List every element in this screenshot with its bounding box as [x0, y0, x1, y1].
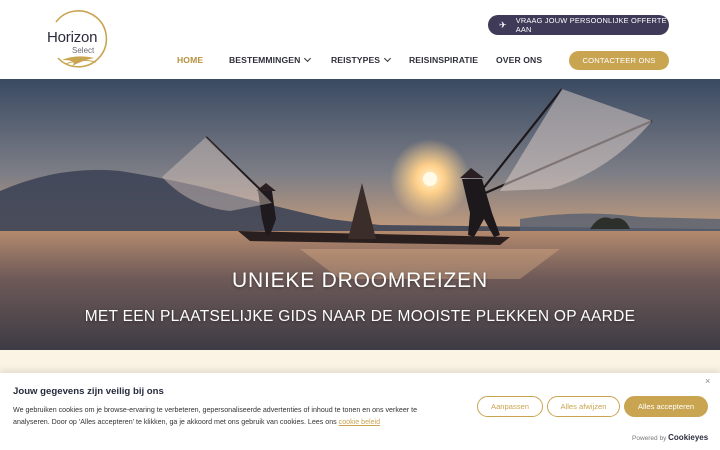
brand-logo[interactable]: Horizon Select	[44, 8, 108, 70]
nav-travel-types[interactable]: REISTYPES	[331, 54, 392, 65]
powered-by-label: Powered by	[632, 435, 667, 442]
contact-button[interactable]: CONTACTEER ONS	[569, 51, 669, 70]
nav-about-label: OVER ONS	[496, 55, 543, 65]
request-offer-button[interactable]: ✈ VRAAG JOUW PERSOONLIJKE OFFERTE AAN	[488, 15, 669, 35]
airplane-icon: ✈	[499, 19, 507, 30]
nav-destinations[interactable]: BESTEMMINGEN	[229, 54, 312, 65]
cookie-policy-link[interactable]: cookie beleid	[339, 418, 380, 426]
cookie-banner: Jouw gegevens zijn veilig bij ons We geb…	[0, 373, 720, 450]
customize-button[interactable]: Aanpassen	[477, 396, 543, 417]
powered-by: Powered by Cookieyes	[632, 433, 708, 442]
nav-about[interactable]: OVER ONS	[496, 55, 542, 65]
nav-travel-types-label: REISTYPES	[331, 55, 381, 65]
cookie-description: We gebruiken cookies om je browse-ervari…	[13, 404, 453, 428]
reject-all-button[interactable]: Alles afwijzen	[547, 396, 620, 417]
hero-banner: UNIEKE DROOMREIZEN MET EEN PLAATSELIJKE …	[0, 79, 720, 350]
accept-all-button[interactable]: Alles accepteren	[624, 396, 708, 417]
cookieyes-logo: Cookieyes	[668, 433, 709, 442]
hero-subtitle: MET EEN PLAATSELIJKE GIDS NAAR DE MOOIST…	[84, 308, 636, 325]
nav-inspiration[interactable]: REISINSPIRATIE	[409, 55, 478, 65]
hero-title: UNIEKE DROOMREIZEN	[232, 269, 488, 292]
close-icon[interactable]: ×	[705, 376, 710, 386]
logo-tagline: Select	[72, 46, 95, 55]
cookie-title: Jouw gegevens zijn veilig bij ons	[13, 386, 164, 397]
nav-home[interactable]: HOME	[177, 55, 203, 65]
request-offer-label: VRAAG JOUW PERSOONLIJKE OFFERTE AAN	[515, 16, 667, 34]
logo-wordmark: Horizon	[47, 29, 98, 46]
nav-inspiration-label: REISINSPIRATIE	[409, 55, 479, 65]
nav-home-label: HOME	[177, 55, 204, 65]
chevron-down-icon	[304, 54, 312, 63]
chevron-down-icon	[384, 54, 392, 63]
site-header: Horizon Select ✈ VRAAG JOUW PERSOONLIJKE…	[0, 0, 720, 79]
nav-destinations-label: BESTEMMINGEN	[229, 55, 301, 65]
